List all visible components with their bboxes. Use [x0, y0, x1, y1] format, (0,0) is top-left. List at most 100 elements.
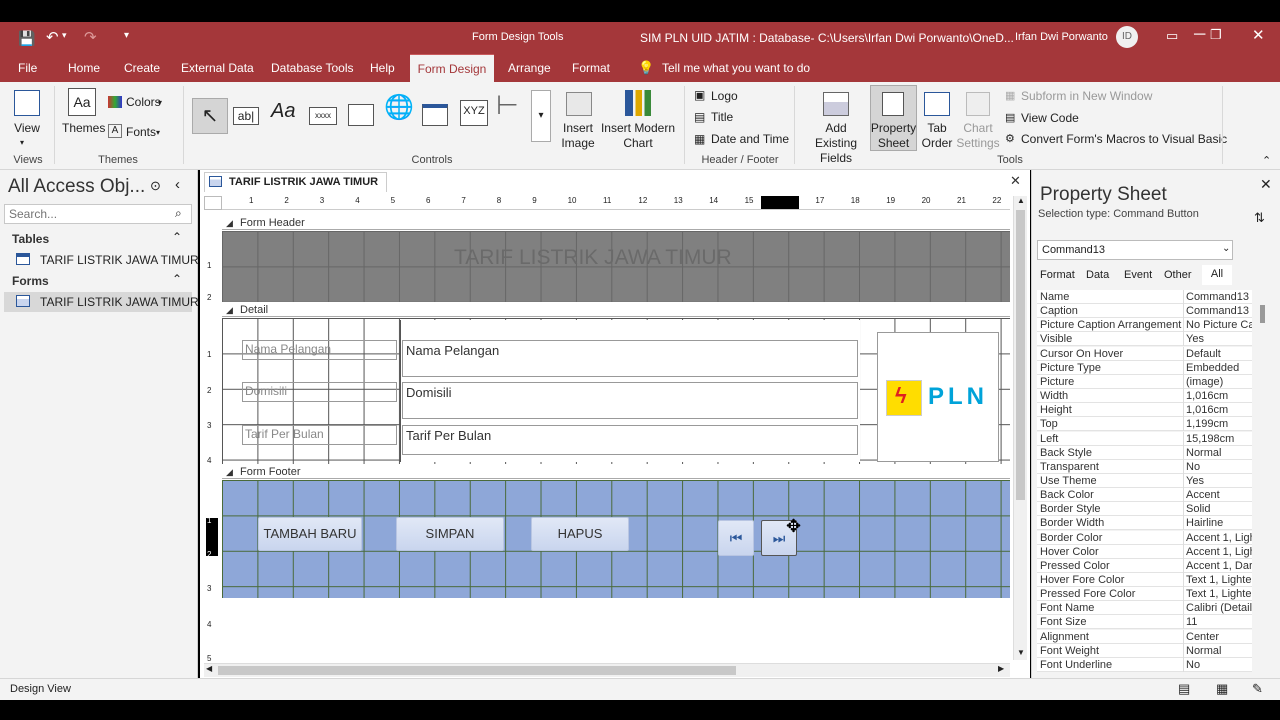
ps-scroll-thumb[interactable] — [1260, 305, 1265, 323]
property-row[interactable]: Pressed Color Accent 1, Dark — [1037, 558, 1252, 573]
close-document-icon[interactable]: ✕ — [1010, 173, 1021, 189]
tab-order-button[interactable]: Tab Order — [920, 121, 954, 151]
property-row[interactable]: Left 15,198cm — [1037, 431, 1252, 446]
property-value[interactable]: 1,199cm — [1183, 417, 1252, 432]
property-value[interactable]: Accent 1, Ligh — [1183, 544, 1252, 559]
scroll-left-icon[interactable]: ◀ — [206, 664, 212, 673]
web-browser-control-icon[interactable] — [422, 104, 448, 126]
property-value[interactable]: (image) — [1183, 374, 1252, 389]
pln-logo-image[interactable]: ϟ PLN — [877, 332, 999, 462]
property-value[interactable]: Accent — [1183, 488, 1252, 503]
header-title-label[interactable]: TARIF LISTRIK JAWA TIMUR — [454, 246, 732, 270]
title-button[interactable]: Title — [711, 110, 733, 125]
field-nama-pelangan[interactable]: Nama Pelangan — [402, 340, 858, 377]
property-value[interactable]: 11 — [1183, 615, 1252, 630]
property-row[interactable]: Height 1,016cm — [1037, 403, 1252, 418]
label-domisili[interactable]: Domisili — [242, 382, 397, 402]
property-row[interactable]: Top 1,199cm — [1037, 417, 1252, 432]
property-value[interactable]: Text 1, Lighter — [1183, 587, 1252, 602]
layout-view-icon[interactable]: ▦ — [1216, 681, 1228, 697]
ps-tab-format[interactable]: Format — [1040, 269, 1075, 281]
view-code-button[interactable]: View Code — [1021, 111, 1079, 126]
property-row[interactable]: Hover Fore Color Text 1, Lighter — [1037, 573, 1252, 587]
property-row[interactable]: Alignment Center — [1037, 629, 1252, 644]
button-control-icon[interactable]: xxxx — [309, 107, 337, 125]
chevron-down-icon[interactable]: ⌄ — [1222, 243, 1230, 254]
navigation-control-icon[interactable]: XYZ — [460, 100, 488, 126]
tell-me-search[interactable]: Tell me what you want to do — [658, 54, 814, 82]
property-value[interactable]: Accent 1, Dark — [1183, 558, 1252, 573]
hapus-button[interactable]: HAPUS — [531, 517, 629, 551]
nav-group-forms[interactable]: Forms — [12, 274, 49, 288]
nav-group-tables[interactable]: Tables — [12, 232, 49, 246]
nav-title[interactable]: All Access Obj... — [8, 176, 145, 198]
property-value[interactable]: Text 1, Lighter — [1183, 573, 1252, 587]
first-record-button[interactable]: ⏮ — [718, 520, 754, 556]
tab-external-data[interactable]: External Data — [177, 54, 258, 82]
property-row[interactable]: Back Style Normal — [1037, 445, 1252, 460]
scroll-up-icon[interactable]: ▲ — [1017, 196, 1025, 205]
property-row[interactable]: Font Name Calibri (Detail) — [1037, 601, 1252, 616]
property-value[interactable]: 1,016cm — [1183, 389, 1252, 404]
scroll-right-icon[interactable]: ▶ — [998, 664, 1004, 673]
property-value[interactable]: Yes — [1183, 473, 1252, 488]
property-value[interactable]: Solid — [1183, 502, 1252, 517]
collapse-tables-icon[interactable]: ⌃ — [172, 230, 182, 244]
controls-more-icon[interactable]: ▾ — [531, 90, 551, 142]
property-row[interactable]: Visible Yes — [1037, 332, 1252, 347]
property-value[interactable]: No Picture Cap — [1183, 318, 1252, 333]
collapse-ribbon-icon[interactable]: ⌃ — [1262, 154, 1271, 169]
horizontal-scrollbar[interactable]: ◀ ▶ — [204, 663, 1010, 677]
property-row[interactable]: Back Color Accent — [1037, 488, 1252, 503]
form-selector[interactable] — [204, 196, 222, 210]
close-pane-icon[interactable]: ✕ — [1260, 176, 1272, 193]
document-tab[interactable]: TARIF LISTRIK JAWA TIMUR — [204, 172, 388, 192]
restore-icon[interactable]: ❐ — [1210, 27, 1222, 43]
tab-create[interactable]: Create — [120, 54, 164, 82]
property-row[interactable]: Border Style Solid — [1037, 502, 1252, 517]
property-row[interactable]: Cursor On Hover Default — [1037, 346, 1252, 361]
nav-menu-icon[interactable]: ⊙ — [150, 178, 161, 194]
property-value[interactable]: Center — [1183, 629, 1252, 644]
property-row[interactable]: Border Width Hairline — [1037, 516, 1252, 531]
property-value[interactable]: Command13 — [1183, 290, 1252, 304]
property-row[interactable]: Picture (image) — [1037, 374, 1252, 389]
tab-home[interactable]: Home — [64, 54, 104, 82]
simpan-button[interactable]: SIMPAN — [396, 517, 504, 551]
property-value[interactable]: Yes — [1183, 332, 1252, 347]
save-icon[interactable]: 💾 — [18, 30, 35, 47]
ribbon-display-icon[interactable]: ▭ — [1166, 28, 1178, 44]
design-view-icon[interactable]: ✎ — [1252, 681, 1263, 697]
undo-dropdown-icon[interactable]: ▾ — [62, 30, 67, 41]
hyperlink-control-icon[interactable]: 🌐 — [384, 96, 414, 120]
close-icon[interactable]: ✕ — [1252, 26, 1265, 44]
view-button[interactable]: View — [10, 121, 44, 136]
property-row[interactable]: Pressed Fore Color Text 1, Lighter — [1037, 587, 1252, 602]
object-selector-dropdown[interactable]: Command13 ⌄ — [1037, 240, 1233, 260]
select-pointer-icon[interactable]: ↖ — [192, 98, 228, 134]
collapse-forms-icon[interactable]: ⌃ — [172, 272, 182, 286]
shutter-bar-icon[interactable]: ‹ — [175, 176, 180, 193]
themes-button[interactable]: Themes — [62, 121, 105, 136]
property-row[interactable]: Caption Command13 — [1037, 304, 1252, 319]
tab-format[interactable]: Format — [568, 54, 614, 82]
ps-tab-event[interactable]: Event — [1124, 269, 1152, 281]
property-value[interactable]: Command13 — [1183, 304, 1252, 319]
property-row[interactable]: Picture Type Embedded — [1037, 360, 1252, 375]
ps-tab-other[interactable]: Other — [1164, 269, 1192, 281]
user-avatar[interactable]: ID — [1116, 26, 1138, 48]
property-row[interactable]: Name Command13 — [1037, 290, 1252, 304]
option-group-icon[interactable]: ⊢ — [496, 92, 519, 118]
property-row[interactable]: Border Color Accent 1, Ligh — [1037, 530, 1252, 545]
ps-tab-all[interactable]: All — [1202, 265, 1232, 285]
nav-search-input[interactable] — [9, 207, 169, 221]
user-name[interactable]: Irfan Dwi Porwanto — [1015, 31, 1108, 43]
property-value[interactable]: 15,198cm — [1183, 431, 1252, 446]
minimize-icon[interactable]: ─ — [1194, 26, 1205, 44]
property-value[interactable]: Hairline — [1183, 516, 1252, 531]
tab-arrange[interactable]: Arrange — [504, 54, 555, 82]
property-value[interactable]: No — [1183, 459, 1252, 474]
customize-qat-icon[interactable]: ▾ — [124, 30, 129, 41]
textbox-control-icon[interactable]: ab| — [233, 107, 259, 125]
label-nama-pelangan[interactable]: Nama Pelangan — [242, 340, 397, 360]
